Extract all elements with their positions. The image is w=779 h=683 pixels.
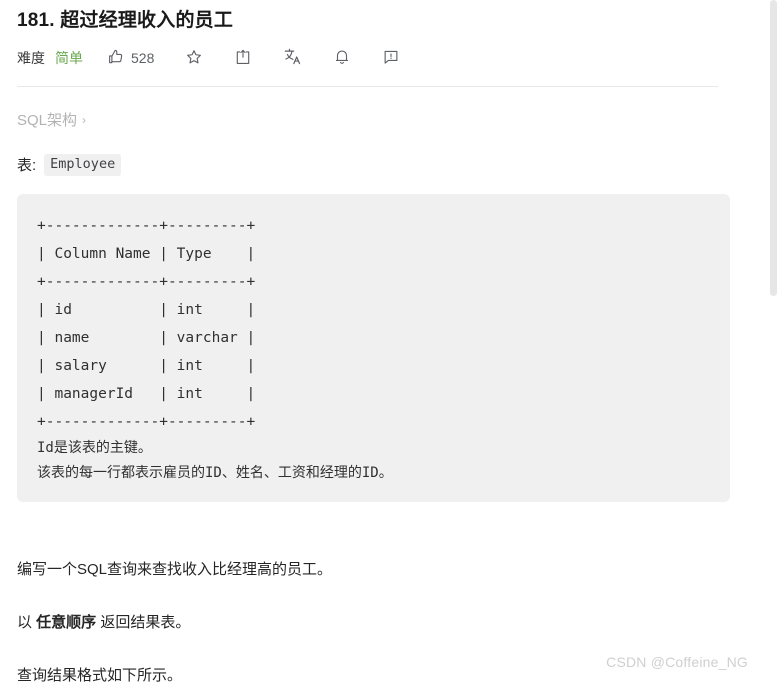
header-divider: [17, 86, 718, 87]
schema-code-block: +-------------+---------+ | Column Name …: [17, 193, 730, 502]
thumbs-up-count: 528: [131, 50, 155, 66]
table-name-badge: Employee: [44, 154, 122, 176]
table-intro-prefix: 表:: [17, 157, 37, 175]
thumbs-up-button[interactable]: 528: [107, 48, 154, 69]
difficulty-label: 难度: [17, 50, 45, 66]
translate-icon: [283, 47, 302, 69]
translate-button[interactable]: [283, 47, 302, 69]
watermark: CSDN @Coffeine_NG: [606, 654, 748, 670]
breadcrumb[interactable]: SQL架构 ›: [17, 109, 86, 130]
scrollbar-thumb[interactable]: [770, 0, 777, 296]
share-icon: [234, 48, 252, 69]
favorite-button[interactable]: [185, 48, 203, 69]
problem-content: 181. 超过经理收入的员工 难度 简单 528 SQL架构 › 表: Empl…: [0, 0, 779, 683]
breadcrumb-label: SQL架构: [17, 112, 78, 129]
problem-page: 181. 超过经理收入的员工 难度 简单 528 SQL架构 › 表: Empl…: [0, 0, 779, 683]
notification-button[interactable]: [333, 48, 351, 69]
title-row: 181. 超过经理收入的员工: [17, 0, 746, 35]
description-p2-suffix: 返回结果表。: [96, 613, 191, 631]
schema-note-primary-key: Id是该表的主键。: [37, 439, 152, 456]
schema-ascii-table: +-------------+---------+ | Column Name …: [37, 217, 256, 430]
bell-icon: [333, 48, 351, 69]
meta-toolbar: 难度 简单 528: [17, 41, 746, 75]
schema-note-row-meaning: 该表的每一行都表示雇员的ID、姓名、工资和经理的ID。: [37, 464, 393, 481]
description-paragraph-1: 编写一个SQL查询来查找收入比经理高的员工。: [17, 560, 333, 578]
page-title: 181. 超过经理收入的员工: [17, 10, 234, 31]
table-intro: 表: Employee: [17, 154, 746, 176]
scrollbar-track[interactable]: [768, 0, 779, 683]
comment-alert-icon: [382, 48, 400, 69]
description-p2-emphasis: 任意顺序: [36, 613, 97, 631]
thumbs-up-icon: [107, 48, 125, 69]
feedback-button[interactable]: [382, 48, 400, 69]
difficulty-value: 简单: [55, 50, 83, 66]
chevron-right-icon: ›: [82, 112, 87, 127]
star-icon: [185, 48, 203, 69]
description-p2-prefix: 以: [17, 613, 37, 631]
share-button[interactable]: [234, 48, 252, 69]
description-paragraph-2: 以 任意顺序 返回结果表。: [17, 611, 746, 635]
